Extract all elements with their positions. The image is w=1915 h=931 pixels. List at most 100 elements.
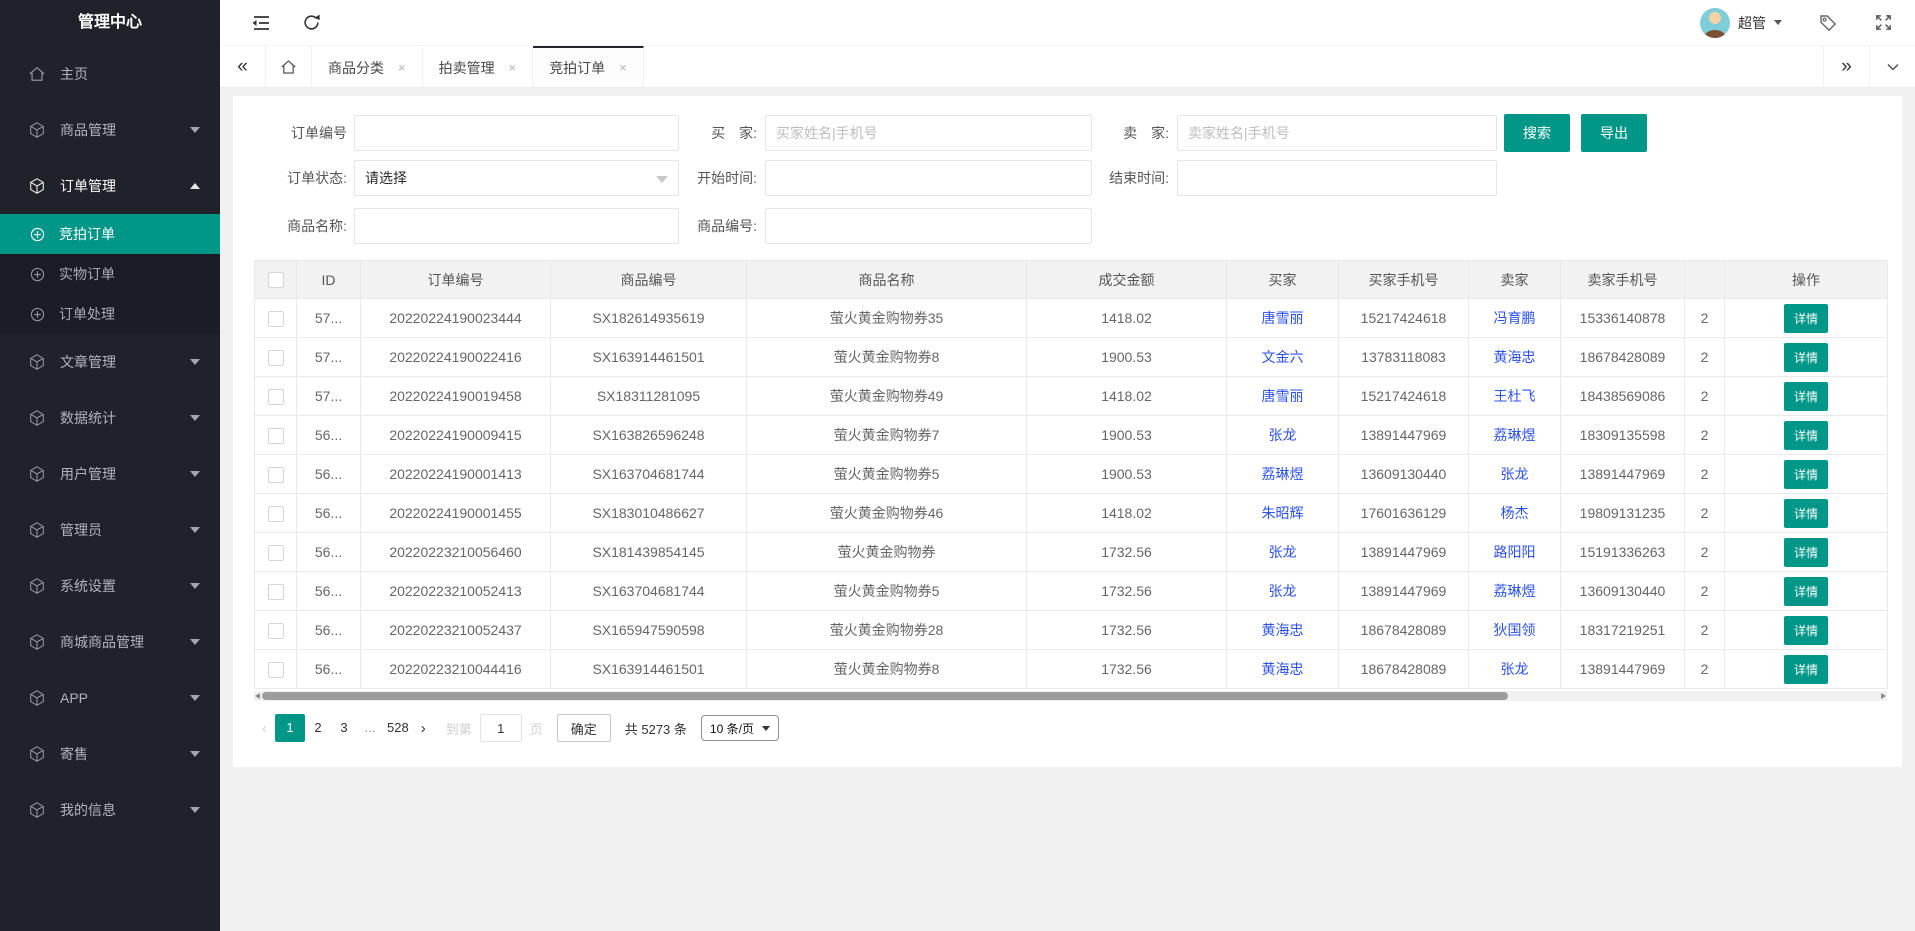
search-button[interactable]: 搜索 xyxy=(1504,114,1570,152)
sidebar-item[interactable]: 订单管理 xyxy=(0,158,220,214)
cell-product_name: 萤火黄金购物券 xyxy=(747,533,1027,572)
scrollbar-thumb[interactable] xyxy=(262,692,1508,700)
sidebar-item[interactable]: 商品管理 xyxy=(0,102,220,158)
buyer-link[interactable]: 唐雪丽 xyxy=(1262,310,1304,326)
seller-link[interactable]: 冯育鹏 xyxy=(1494,310,1536,326)
table-row: 56...20220223210052437SX165947590598萤火黄金… xyxy=(255,611,1888,650)
refresh-button[interactable] xyxy=(302,13,321,32)
prev-page-button[interactable]: ‹ xyxy=(254,720,275,737)
seller-input[interactable] xyxy=(1177,115,1497,151)
tab-item[interactable]: 拍卖管理× xyxy=(423,46,534,87)
product-name-input[interactable] xyxy=(354,208,679,244)
seller-link[interactable]: 荔琳煜 xyxy=(1494,583,1536,599)
tab-item[interactable]: 竞拍订单× xyxy=(533,46,644,87)
row-checkbox[interactable] xyxy=(268,467,284,483)
status-select[interactable]: 请选择 xyxy=(354,160,679,196)
sidebar-item[interactable]: 主页 xyxy=(0,46,220,102)
horizontal-scrollbar[interactable] xyxy=(254,691,1887,701)
sidebar-subitem[interactable]: 实物订单 xyxy=(0,254,220,294)
buyer-link[interactable]: 朱昭辉 xyxy=(1262,505,1304,521)
product-name-label: 商品名称: xyxy=(254,216,354,236)
sidebar-subitem[interactable]: 订单处理 xyxy=(0,294,220,334)
sidebar-item[interactable]: 文章管理 xyxy=(0,334,220,390)
row-checkbox[interactable] xyxy=(268,662,284,678)
fullscreen-button[interactable] xyxy=(1874,13,1893,32)
sidebar-item[interactable]: 用户管理 xyxy=(0,446,220,502)
next-page-button[interactable]: › xyxy=(413,720,434,737)
row-checkbox[interactable] xyxy=(268,506,284,522)
close-icon[interactable]: × xyxy=(509,61,517,74)
sidebar-item[interactable]: APP xyxy=(0,670,220,726)
product-no-input[interactable] xyxy=(765,208,1092,244)
user-menu[interactable]: 超管 xyxy=(1700,8,1782,38)
detail-button[interactable]: 详情 xyxy=(1784,382,1828,411)
page-button[interactable]: 2 xyxy=(305,714,331,742)
seller-link[interactable]: 狄国领 xyxy=(1494,622,1536,638)
confirm-button[interactable]: 确定 xyxy=(557,714,611,742)
collapse-sidebar-button[interactable] xyxy=(250,14,272,32)
sidebar-item[interactable]: 管理员 xyxy=(0,502,220,558)
detail-button[interactable]: 详情 xyxy=(1784,421,1828,450)
buyer-input[interactable] xyxy=(765,115,1092,151)
end-time-input[interactable] xyxy=(1177,160,1497,196)
seller-link[interactable]: 路阳阳 xyxy=(1494,544,1536,560)
seller-link[interactable]: 张龙 xyxy=(1501,466,1529,482)
close-icon[interactable]: × xyxy=(619,61,627,74)
goto-page-input[interactable] xyxy=(480,714,522,742)
page-button[interactable]: 528 xyxy=(383,714,413,742)
detail-button[interactable]: 详情 xyxy=(1784,460,1828,489)
row-checkbox[interactable] xyxy=(268,311,284,327)
row-checkbox[interactable] xyxy=(268,545,284,561)
buyer-link[interactable]: 黄海忠 xyxy=(1262,622,1304,638)
buyer-link[interactable]: 张龙 xyxy=(1269,583,1297,599)
detail-button[interactable]: 详情 xyxy=(1784,616,1828,645)
sidebar-item[interactable]: 寄售 xyxy=(0,726,220,782)
close-icon[interactable]: × xyxy=(398,61,406,74)
row-checkbox[interactable] xyxy=(268,584,284,600)
row-checkbox[interactable] xyxy=(268,428,284,444)
tabs-scroll-right-button[interactable]: » xyxy=(1823,46,1869,87)
detail-button[interactable]: 详情 xyxy=(1784,499,1828,528)
buyer-link[interactable]: 荔琳煜 xyxy=(1262,466,1304,482)
buyer-link[interactable]: 张龙 xyxy=(1269,544,1297,560)
row-checkbox[interactable] xyxy=(268,389,284,405)
detail-button[interactable]: 详情 xyxy=(1784,655,1828,684)
sidebar-item[interactable]: 我的信息 xyxy=(0,782,220,838)
row-checkbox[interactable] xyxy=(268,350,284,366)
start-time-input[interactable] xyxy=(765,160,1092,196)
page-button[interactable]: 1 xyxy=(275,714,305,742)
scroll-right-arrow-icon[interactable] xyxy=(1881,693,1886,699)
sidebar-item[interactable]: 系统设置 xyxy=(0,558,220,614)
buyer-link[interactable]: 张龙 xyxy=(1269,427,1297,443)
export-button[interactable]: 导出 xyxy=(1581,114,1647,152)
seller-link[interactable]: 荔琳煜 xyxy=(1494,427,1536,443)
tab-item[interactable]: 商品分类× xyxy=(312,46,423,87)
seller-link[interactable]: 张龙 xyxy=(1501,661,1529,677)
page-size-select[interactable]: 10 条/页 xyxy=(701,715,779,741)
buyer-link[interactable]: 唐雪丽 xyxy=(1262,388,1304,404)
buyer-link[interactable]: 文金六 xyxy=(1262,349,1304,365)
cell-id: 57... xyxy=(297,377,361,416)
seller-link[interactable]: 黄海忠 xyxy=(1494,349,1536,365)
detail-button[interactable]: 详情 xyxy=(1784,577,1828,606)
scroll-left-arrow-icon[interactable] xyxy=(255,693,260,699)
tabs-scroll-left-button[interactable]: « xyxy=(220,46,266,87)
seller-link[interactable]: 王杜飞 xyxy=(1494,388,1536,404)
home-tab[interactable] xyxy=(266,46,312,87)
cell-id: 56... xyxy=(297,533,361,572)
order-no-input[interactable] xyxy=(354,115,679,151)
seller-link[interactable]: 杨杰 xyxy=(1501,505,1529,521)
start-time-label: 开始时间: xyxy=(679,168,765,188)
page-button[interactable]: 3 xyxy=(331,714,357,742)
tag-button[interactable] xyxy=(1818,13,1838,33)
tabs-menu-button[interactable] xyxy=(1869,46,1915,87)
select-all-checkbox[interactable] xyxy=(268,272,284,288)
sidebar-item[interactable]: 商城商品管理 xyxy=(0,614,220,670)
detail-button[interactable]: 详情 xyxy=(1784,343,1828,372)
detail-button[interactable]: 详情 xyxy=(1784,304,1828,333)
row-checkbox[interactable] xyxy=(268,623,284,639)
sidebar-item[interactable]: 数据统计 xyxy=(0,390,220,446)
buyer-link[interactable]: 黄海忠 xyxy=(1262,661,1304,677)
sidebar-subitem[interactable]: 竞拍订单 xyxy=(0,214,220,254)
detail-button[interactable]: 详情 xyxy=(1784,538,1828,567)
